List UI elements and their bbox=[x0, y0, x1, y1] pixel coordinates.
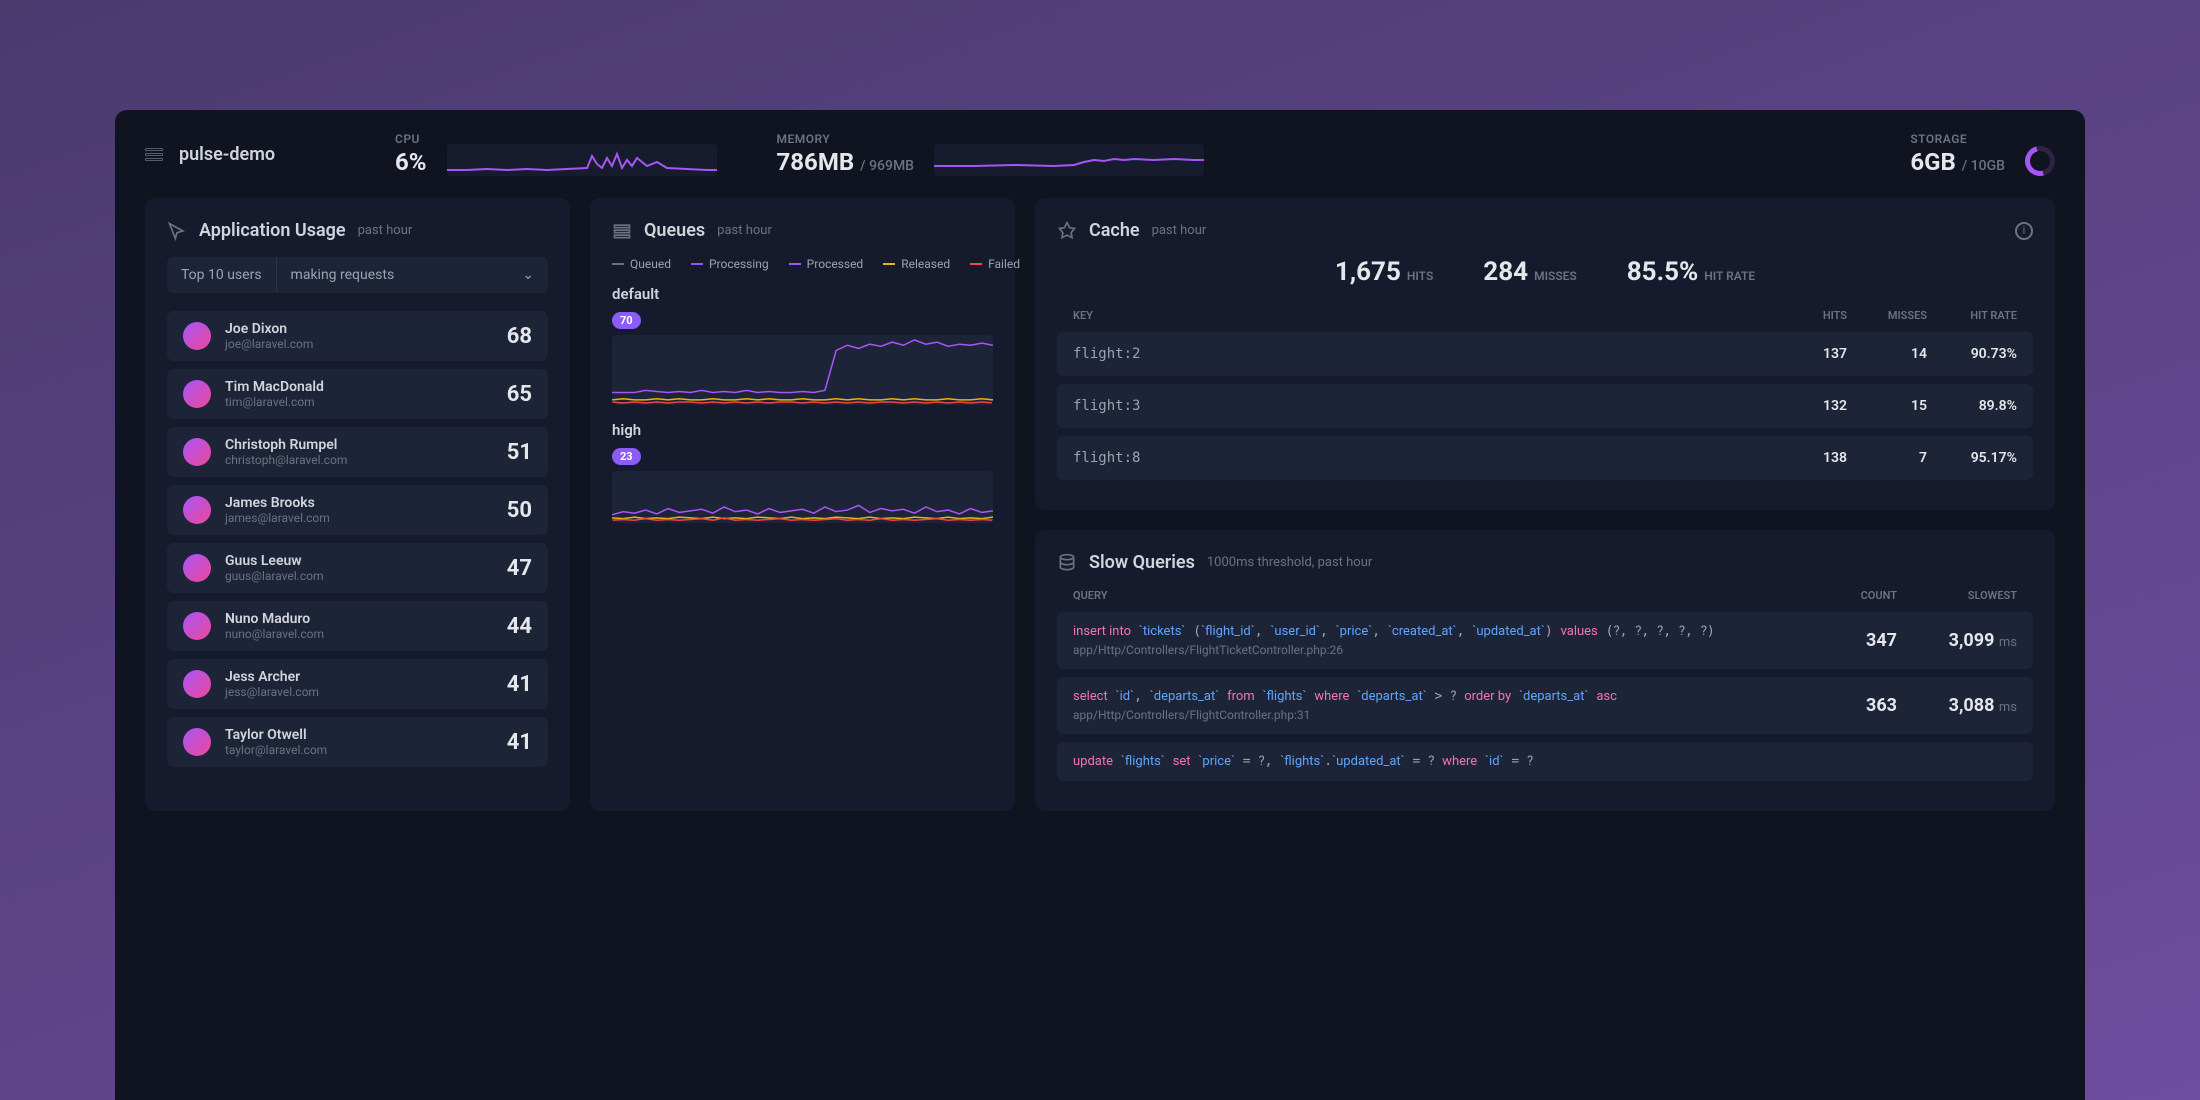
user-row[interactable]: Tim MacDonaldtim@laravel.com65 bbox=[167, 369, 548, 419]
cache-row[interactable]: flight:21371490.73% bbox=[1057, 332, 2033, 376]
cache-table-header: KEYHITSMISSESHIT RATE bbox=[1057, 309, 2033, 332]
user-row[interactable]: Christoph Rumpelchristoph@laravel.com51 bbox=[167, 427, 548, 477]
chevron-down-icon: ⌄ bbox=[508, 257, 548, 293]
avatar bbox=[183, 670, 211, 698]
cpu-metric: CPU 6% bbox=[395, 132, 717, 176]
server-icon bbox=[145, 148, 163, 161]
database-icon bbox=[1057, 553, 1077, 573]
avatar bbox=[183, 728, 211, 756]
slow-query-row[interactable]: insert into `tickets` (`flight_id`, `use… bbox=[1057, 612, 2033, 669]
usage-card: Application Usage past hour Top 10 users… bbox=[145, 198, 570, 811]
cache-stats: 1,675HITS284MISSES85.5%HIT RATE bbox=[1057, 257, 2033, 287]
avatar bbox=[183, 438, 211, 466]
avatar bbox=[183, 322, 211, 350]
user-row[interactable]: Guus Leeuwguus@laravel.com47 bbox=[167, 543, 548, 593]
user-row[interactable]: James Brooksjames@laravel.com50 bbox=[167, 485, 548, 535]
slow-queries-card: Slow Queries 1000ms threshold, past hour… bbox=[1035, 530, 2055, 811]
queues-card: Queues past hour QueuedProcessingProcess… bbox=[590, 198, 1015, 811]
slow-query-row[interactable]: update `flights` set `price` = ?, `fligh… bbox=[1057, 742, 2033, 781]
host-block: pulse-demo bbox=[145, 144, 335, 165]
user-row[interactable]: Jess Archerjess@laravel.com41 bbox=[167, 659, 548, 709]
cache-row[interactable]: flight:8138795.17% bbox=[1057, 436, 2033, 480]
usage-filter-select[interactable]: Top 10 users making requests ⌄ bbox=[167, 257, 548, 293]
slow-queries-header: QUERYCOUNTSLOWEST bbox=[1057, 589, 2033, 612]
user-row[interactable]: Taylor Otwelltaylor@laravel.com41 bbox=[167, 717, 548, 767]
queue-icon bbox=[612, 221, 632, 241]
memory-metric: MEMORY 786MB / 969MB bbox=[777, 132, 1205, 176]
avatar bbox=[183, 380, 211, 408]
avatar bbox=[183, 612, 211, 640]
user-row[interactable]: Nuno Maduronuno@laravel.com44 bbox=[167, 601, 548, 651]
avatar bbox=[183, 496, 211, 524]
user-list: Joe Dixonjoe@laravel.com68 Tim MacDonaldt… bbox=[167, 311, 548, 767]
queue-chart bbox=[612, 335, 993, 405]
memory-sparkline bbox=[934, 144, 1204, 176]
cpu-sparkline bbox=[447, 144, 717, 176]
queue-count-badge: 70 bbox=[612, 312, 641, 329]
host-name: pulse-demo bbox=[179, 144, 275, 165]
info-icon[interactable]: i bbox=[2015, 222, 2033, 240]
storage-metric: STORAGE 6GB / 10GB bbox=[1910, 132, 2055, 176]
queue-legend: QueuedProcessingProcessedReleasedFailed bbox=[612, 257, 993, 271]
rocket-icon bbox=[1057, 221, 1077, 241]
cache-card: Cache past hour i 1,675HITS284MISSES85.5… bbox=[1035, 198, 2055, 510]
cursor-icon bbox=[167, 221, 187, 241]
dashboard: pulse-demo CPU 6% MEMORY 786MB / 969MB S… bbox=[115, 110, 2085, 1100]
user-row[interactable]: Joe Dixonjoe@laravel.com68 bbox=[167, 311, 548, 361]
cache-row[interactable]: flight:31321589.8% bbox=[1057, 384, 2033, 428]
top-bar: pulse-demo CPU 6% MEMORY 786MB / 969MB S… bbox=[145, 132, 2055, 176]
queue-chart bbox=[612, 471, 993, 523]
avatar bbox=[183, 554, 211, 582]
queue-count-badge: 23 bbox=[612, 448, 641, 465]
slow-query-row[interactable]: select `id`, `departs_at` from `flights`… bbox=[1057, 677, 2033, 734]
storage-ring-icon bbox=[2020, 141, 2061, 182]
